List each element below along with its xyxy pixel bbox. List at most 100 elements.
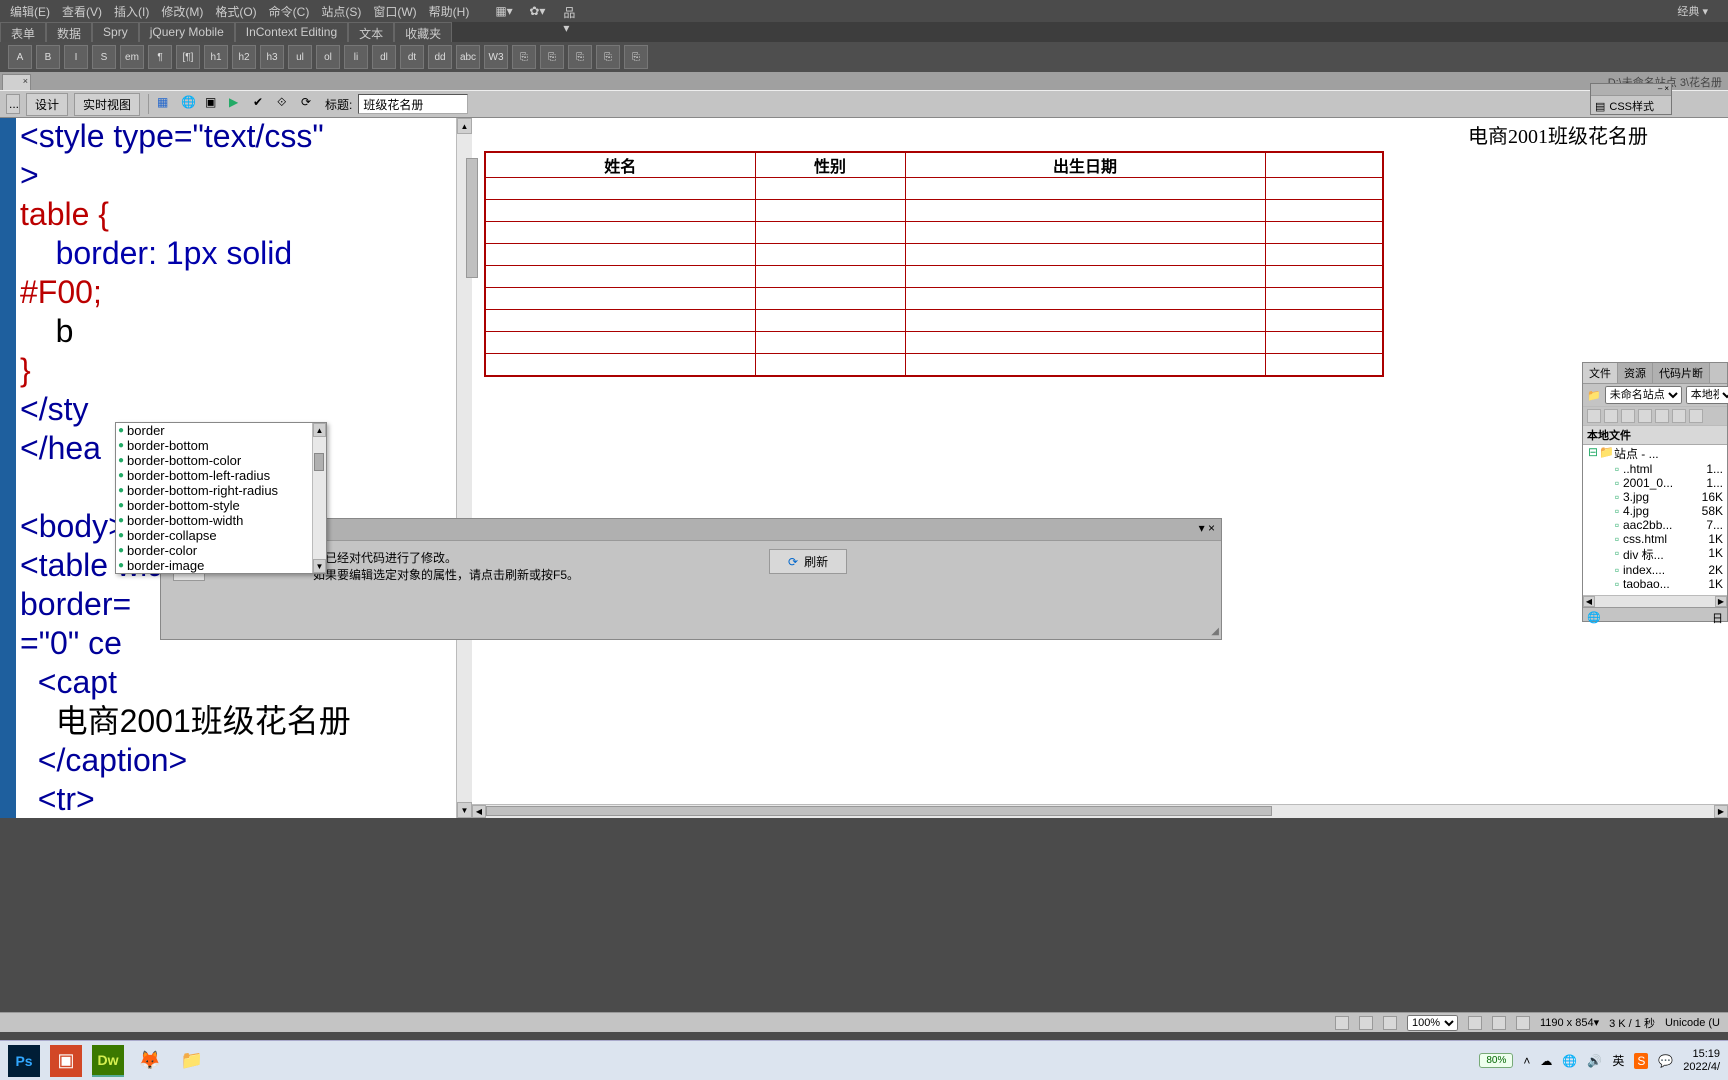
check-icon[interactable]: ✔ <box>253 95 271 113</box>
autocomplete-item[interactable]: border-bottom-width <box>116 513 326 528</box>
site-select[interactable]: 未命名站点 <box>1605 386 1682 404</box>
tool-icon[interactable]: I <box>64 45 88 69</box>
taskbar-explorer-icon[interactable]: 📁 <box>176 1045 208 1077</box>
hand-icon[interactable] <box>1359 1016 1373 1030</box>
checkout-icon[interactable] <box>1655 409 1669 423</box>
menu-edit[interactable]: 编辑(E) <box>10 3 50 20</box>
tray-chevron-icon[interactable]: ˄ <box>1523 1054 1530 1068</box>
checkin-icon[interactable] <box>1672 409 1686 423</box>
view-design-button[interactable]: 设计 <box>26 93 68 116</box>
taskbar-app-icon[interactable]: ▣ <box>50 1045 82 1077</box>
tool-icon[interactable]: ¶ <box>148 45 172 69</box>
tray-notify-icon[interactable]: 💬 <box>1658 1054 1673 1068</box>
file-item[interactable]: ▫css.html1K <box>1583 532 1727 546</box>
file-tab[interactable]: × <box>2 74 31 90</box>
menu-view[interactable]: 查看(V) <box>62 3 102 20</box>
zoom-icon[interactable] <box>1383 1016 1397 1030</box>
tool-icon[interactable]: abc <box>456 45 480 69</box>
close-icon[interactable]: × <box>1208 521 1215 535</box>
file-tree[interactable]: ⊟📁站点 - ... ▫..html1...▫2001_0...1...▫3.j… <box>1583 445 1727 595</box>
options-icon[interactable]: ⟐ <box>277 95 295 113</box>
get-icon[interactable] <box>1621 409 1635 423</box>
menu-insert[interactable]: 插入(I) <box>114 3 149 20</box>
put-icon[interactable] <box>1638 409 1652 423</box>
insert-tab-data[interactable]: 数据 <box>46 22 92 42</box>
insert-tab-jquery[interactable]: jQuery Mobile <box>139 22 235 42</box>
tool-icon[interactable]: B <box>36 45 60 69</box>
files-panel[interactable]: 文件 资源 代码片断 📁 未命名站点 本地视 本地文件 ⊟📁站点 - ... ▫… <box>1582 362 1728 622</box>
tool-icon[interactable]: dt <box>400 45 424 69</box>
autocomplete-item[interactable]: border-bottom-style <box>116 498 326 513</box>
autocomplete-item[interactable]: border-collapse <box>116 528 326 543</box>
autocomplete-item[interactable]: border-bottom <box>116 438 326 453</box>
minimize-icon[interactable]: ▾ <box>1199 521 1205 535</box>
title-input[interactable] <box>358 94 468 114</box>
taskbar-app-icon[interactable]: Dw <box>92 1045 124 1077</box>
sync-icon[interactable] <box>1689 409 1703 423</box>
menu-format[interactable]: 格式(O) <box>215 3 256 20</box>
file-item[interactable]: ▫4.jpg58K <box>1583 504 1727 518</box>
autocomplete-item[interactable]: border-bottom-right-radius <box>116 483 326 498</box>
insert-tab-spry[interactable]: Spry <box>92 22 139 42</box>
tool-icon[interactable]: ⎘ <box>540 45 564 69</box>
tool-icon[interactable]: h2 <box>232 45 256 69</box>
viewport-icon[interactable] <box>1492 1016 1506 1030</box>
tool-icon[interactable]: ul <box>288 45 312 69</box>
play-icon[interactable]: ▶ <box>229 95 247 113</box>
menu-modify[interactable]: 修改(M) <box>161 3 203 20</box>
refresh-icon[interactable] <box>1604 409 1618 423</box>
layout-icon[interactable]: ▦▾ <box>495 4 509 18</box>
globe-icon[interactable]: 🌐 <box>181 95 199 113</box>
refresh-icon[interactable]: ⟳ <box>301 95 319 113</box>
insert-tab-fav[interactable]: 收藏夹 <box>394 22 452 42</box>
preview-table[interactable]: 姓名 性别 出生日期 <box>484 151 1384 377</box>
tool-icon[interactable]: h1 <box>204 45 228 69</box>
file-item[interactable]: ▫..html1... <box>1583 462 1727 476</box>
tool-icon[interactable]: dl <box>372 45 396 69</box>
autocomplete-popup[interactable]: borderborder-bottomborder-bottom-color bo… <box>115 422 327 574</box>
zoom-select[interactable]: 100% <box>1407 1015 1458 1031</box>
autocomplete-item[interactable]: border-color <box>116 543 326 558</box>
scroll-thumb[interactable] <box>314 453 324 471</box>
file-item[interactable]: ▫div 标...1K <box>1583 546 1727 563</box>
snippets-tab[interactable]: 代码片断 <box>1653 363 1710 383</box>
tool-icon[interactable]: h3 <box>260 45 284 69</box>
scroll-up-icon[interactable]: ▲ <box>457 118 472 134</box>
workspace-switcher[interactable]: 经典 ▾ <box>1677 3 1708 19</box>
server-icon[interactable]: ▣ <box>205 95 223 113</box>
tool-icon[interactable]: em <box>120 45 144 69</box>
site-icon[interactable]: 品▾ <box>563 4 577 18</box>
tray-volume-icon[interactable]: 🔊 <box>1587 1054 1602 1068</box>
file-item[interactable]: ▫3.jpg16K <box>1583 490 1727 504</box>
autocomplete-item[interactable]: border <box>116 423 326 438</box>
taskbar-firefox-icon[interactable]: 🦊 <box>134 1045 166 1077</box>
taskbar[interactable]: Ps ▣ Dw 🦊 📁 80% ˄ ☁ 🌐 🔊 英 S 💬 15:19 2022… <box>0 1040 1728 1080</box>
tray-sogou-icon[interactable]: S <box>1634 1053 1648 1069</box>
scroll-left-icon[interactable]: ◀ <box>472 805 486 818</box>
assets-tab[interactable]: 资源 <box>1618 363 1653 383</box>
close-icon[interactable]: × <box>1664 84 1669 95</box>
menu-site[interactable]: 站点(S) <box>321 3 361 20</box>
scroll-down-icon[interactable]: ▼ <box>313 559 326 573</box>
autocomplete-item[interactable]: border-bottom-color <box>116 453 326 468</box>
battery-indicator[interactable]: 80% <box>1479 1053 1513 1068</box>
pointer-icon[interactable] <box>1335 1016 1349 1030</box>
tray-cloud-icon[interactable]: ☁ <box>1540 1054 1552 1068</box>
tool-icon[interactable]: W3 <box>484 45 508 69</box>
tool-icon[interactable]: ⎘ <box>568 45 592 69</box>
tool-icon[interactable]: A <box>8 45 32 69</box>
menu-help[interactable]: 帮助(H) <box>429 3 470 20</box>
scroll-right-icon[interactable]: ▶ <box>1714 805 1728 818</box>
insert-tab-text[interactable]: 文本 <box>348 22 394 42</box>
taskbar-app-icon[interactable]: Ps <box>8 1045 40 1077</box>
tool-icon[interactable]: li <box>344 45 368 69</box>
tool-icon[interactable]: ⎘ <box>512 45 536 69</box>
insert-tab-incontext[interactable]: InContext Editing <box>235 22 348 42</box>
file-item[interactable]: ▫taobao...1K <box>1583 577 1727 591</box>
viewport-icon[interactable] <box>1516 1016 1530 1030</box>
tray-ime-icon[interactable]: 英 <box>1612 1052 1624 1069</box>
tool-icon[interactable]: ⎘ <box>596 45 620 69</box>
gear-icon[interactable]: ✿▾ <box>529 4 543 18</box>
menu-window[interactable]: 窗口(W) <box>373 3 416 20</box>
menu-command[interactable]: 命令(C) <box>269 3 310 20</box>
